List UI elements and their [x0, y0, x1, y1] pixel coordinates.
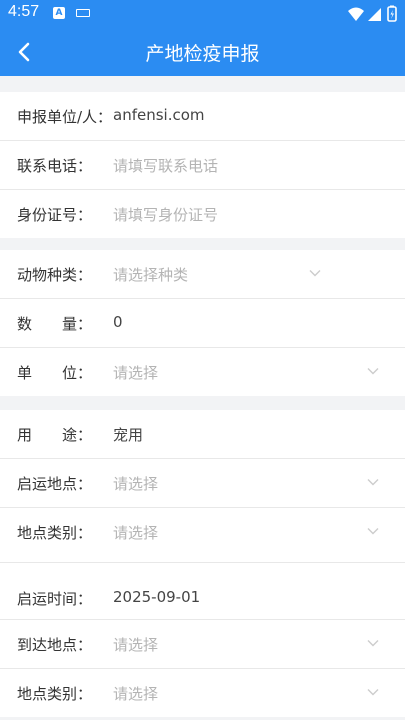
- row-unit[interactable]: 单 位： 请选择: [0, 348, 405, 396]
- origin-label: 启运地点：: [17, 475, 93, 493]
- status-time: 4:57: [8, 3, 40, 20]
- chevron-down-icon[interactable]: [367, 367, 379, 375]
- row-quantity[interactable]: 数 量： 0: [0, 299, 405, 348]
- signal-icon: [368, 8, 381, 21]
- row-phone[interactable]: 联系电话： 请填写联系电话: [0, 141, 405, 190]
- unit-label: 单 位：: [17, 364, 93, 382]
- id-number-input[interactable]: 请填写身份证号: [113, 204, 218, 225]
- origin-select[interactable]: 请选择: [113, 473, 158, 494]
- purpose-value[interactable]: 宠用: [113, 424, 143, 445]
- nav-bar: 产地检疫申报: [0, 28, 405, 76]
- animal-type-label: 动物种类：: [17, 266, 93, 284]
- departure-time-value[interactable]: 2025-09-01: [113, 588, 200, 606]
- destination-label: 到达地点：: [17, 636, 93, 654]
- wifi-icon: [348, 7, 364, 21]
- row-animal-type[interactable]: 动物种类： 请选择种类: [0, 250, 405, 299]
- row-departure-time[interactable]: 启运时间： 2025-09-01: [0, 563, 405, 620]
- row-purpose[interactable]: 用 途： 宠用: [0, 410, 405, 459]
- chevron-down-icon[interactable]: [367, 639, 379, 647]
- notification-a-icon: A: [53, 7, 65, 19]
- applicant-value[interactable]: anfensi.com: [113, 106, 205, 124]
- keyboard-icon: [76, 9, 90, 17]
- unit-select[interactable]: 请选择: [113, 362, 158, 383]
- applicant-label: 申报单位/人：: [17, 108, 113, 126]
- destination-select[interactable]: 请选择: [113, 634, 158, 655]
- chevron-down-icon[interactable]: [367, 688, 379, 696]
- phone-label: 联系电话：: [17, 157, 93, 175]
- quantity-input[interactable]: 0: [113, 313, 123, 331]
- animal-section: 动物种类： 请选择种类 数 量： 0 单 位： 请选择: [0, 250, 405, 396]
- applicant-section: 申报单位/人： anfensi.com 联系电话： 请填写联系电话 身份证号： …: [0, 92, 405, 238]
- chevron-down-icon[interactable]: [367, 527, 379, 535]
- row-applicant[interactable]: 申报单位/人： anfensi.com: [0, 92, 405, 141]
- animal-type-select[interactable]: 请选择种类: [113, 264, 188, 285]
- row-destination-type[interactable]: 地点类别： 请选择: [0, 669, 405, 717]
- destination-type-label: 地点类别：: [17, 685, 93, 703]
- origin-type-select[interactable]: 请选择: [113, 522, 158, 543]
- purpose-label: 用 途：: [17, 426, 93, 444]
- destination-type-select[interactable]: 请选择: [113, 683, 158, 704]
- row-origin-type[interactable]: 地点类别： 请选择: [0, 508, 405, 563]
- quantity-label: 数 量：: [17, 315, 93, 333]
- id-number-label: 身份证号：: [17, 206, 93, 224]
- transport-section: 用 途： 宠用 启运地点： 请选择 地点类别： 请选择 启运时间： 2025-0…: [0, 410, 405, 717]
- status-icons: [348, 5, 397, 22]
- page-title: 产地检疫申报: [145, 43, 260, 65]
- origin-type-label: 地点类别：: [17, 524, 93, 542]
- departure-time-label: 启运时间：: [17, 590, 93, 608]
- row-origin[interactable]: 启运地点： 请选择: [0, 459, 405, 508]
- phone-input[interactable]: 请填写联系电话: [113, 155, 218, 176]
- status-bar: 4:57 A: [0, 0, 405, 28]
- row-id-number[interactable]: 身份证号： 请填写身份证号: [0, 190, 405, 238]
- row-destination[interactable]: 到达地点： 请选择: [0, 620, 405, 669]
- chevron-down-icon[interactable]: [309, 269, 321, 277]
- chevron-down-icon[interactable]: [367, 478, 379, 486]
